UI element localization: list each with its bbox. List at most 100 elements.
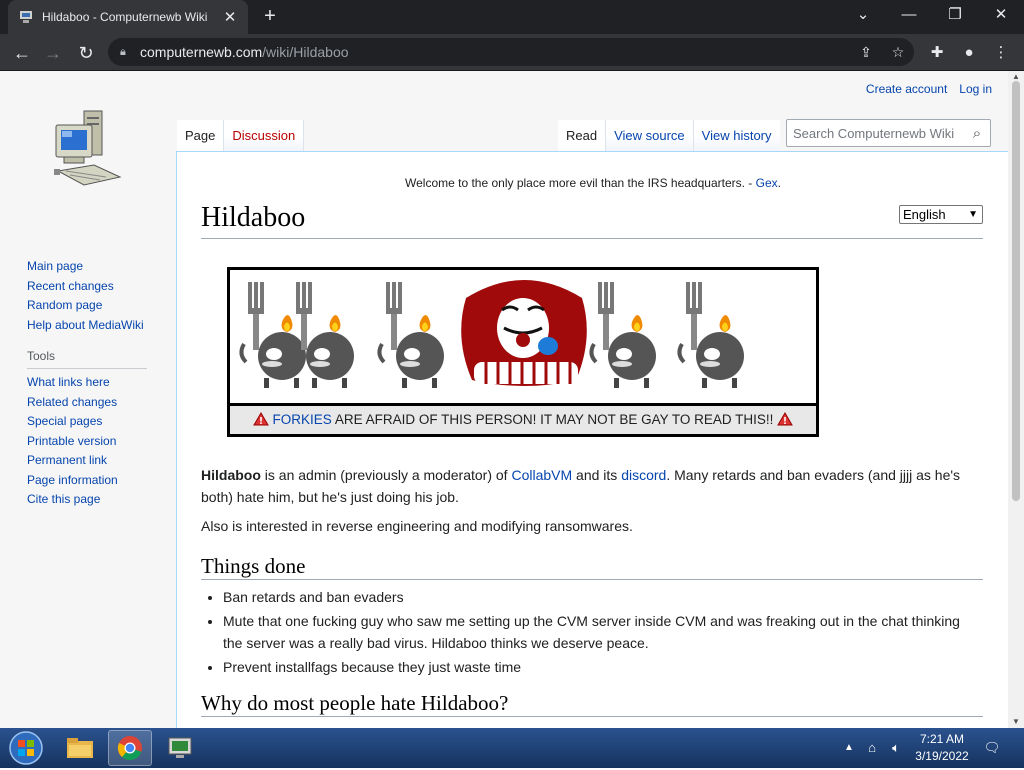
wiki-page: Create account Log in Main page Recent c… <box>0 71 1008 728</box>
show-hidden-icons-icon[interactable]: ▲ <box>842 728 856 768</box>
site-notice-end: . <box>777 176 781 190</box>
remote-desktop-taskbar-icon[interactable] <box>158 730 202 766</box>
url-host: computernewb.com <box>140 44 263 60</box>
article-body: Hildaboo is an admin (previously a moder… <box>201 464 983 717</box>
tab-view-source-label[interactable]: View source <box>614 128 685 143</box>
search-placeholder: Search Computernewb Wiki <box>793 125 955 141</box>
tab-discussion-label[interactable]: Discussion <box>232 128 295 143</box>
page-scrollbar[interactable]: ▲ ▼ <box>1008 71 1024 728</box>
forkies-link[interactable]: FORKIES <box>273 412 332 427</box>
view-tabs: Read View source View history <box>558 120 780 151</box>
tab-view-source[interactable]: View source <box>606 120 694 151</box>
tab-view-history-label[interactable]: View history <box>702 128 772 143</box>
forkies-warning-banner: FORKIES ARE AFRAID OF THIS PERSON! IT MA… <box>227 267 819 437</box>
sidebar-item-special-pages[interactable]: Special pages <box>27 412 147 432</box>
sidebar-item-permanent-link[interactable]: Permanent link <box>27 451 147 471</box>
sidebar: Main page Recent changes Random page Hel… <box>27 257 147 510</box>
back-icon[interactable]: ← <box>9 40 35 66</box>
windows-taskbar: ▲ ⌂ 🔈︎ 7:21 AM 3/19/2022 🗨︎ <box>0 728 1024 768</box>
tab-read[interactable]: Read <box>558 120 607 151</box>
browser-toolbar: ← → ↻ 🔒︎ computernewb.com/wiki/Hildaboo … <box>0 34 1024 71</box>
forkies-banner-image <box>239 280 746 390</box>
things-done-list: Ban retards and ban evaders Mute that on… <box>223 586 961 678</box>
site-notice: Welcome to the only place more evil than… <box>177 176 1008 190</box>
sidebar-item-printable-version[interactable]: Printable version <box>27 432 147 452</box>
profile-icon[interactable]: ● <box>956 40 982 66</box>
chrome-taskbar-icon[interactable] <box>108 730 152 766</box>
sidebar-item-cite-this-page[interactable]: Cite this page <box>27 490 147 510</box>
intro-text-2: and its <box>572 467 622 483</box>
language-select[interactable]: English ▼ <box>899 205 983 224</box>
intro-paragraph: Hildaboo is an admin (previously a moder… <box>201 464 961 508</box>
minimize-icon[interactable]: — <box>886 0 932 30</box>
browser-tab-strip: Hildaboo - Computernewb Wiki ✕ + ⌄ — ❐ ✕ <box>0 0 1024 34</box>
tab-view-history[interactable]: View history <box>693 120 780 151</box>
section-heading-things-done: Things done <box>201 555 983 580</box>
system-clock[interactable]: 7:21 AM 3/19/2022 <box>912 731 972 765</box>
site-favicon-icon <box>18 9 34 25</box>
intro-text-1: is an admin (previously a moderator) of <box>260 467 512 483</box>
start-button[interactable] <box>6 729 46 767</box>
browser-tab[interactable]: Hildaboo - Computernewb Wiki ✕ <box>8 0 248 34</box>
chevron-down-icon: ▼ <box>968 209 978 220</box>
personal-tools: Create account Log in <box>866 82 992 96</box>
extensions-icon[interactable]: ✚ <box>924 40 950 66</box>
namespace-tabs: Page Discussion <box>177 120 305 151</box>
bookmark-star-icon[interactable]: ☆ <box>884 38 912 66</box>
sidebar-item-page-information[interactable]: Page information <box>27 471 147 491</box>
main-content: Welcome to the only place more evil than… <box>176 151 1008 728</box>
site-notice-link[interactable]: Gex <box>756 176 778 190</box>
volume-icon[interactable]: 🔈︎ <box>886 728 906 768</box>
log-in-link[interactable]: Log in <box>959 82 992 96</box>
menu-kebab-icon[interactable]: ⋮ <box>988 40 1014 66</box>
sidebar-item-main-page[interactable]: Main page <box>27 257 147 277</box>
page-title: Hildaboo <box>201 202 983 239</box>
tab-discussion[interactable]: Discussion <box>224 120 305 151</box>
warning-icon <box>777 412 794 426</box>
clock-date: 3/19/2022 <box>915 749 969 763</box>
list-item: Mute that one fucking guy who saw me set… <box>223 610 961 654</box>
tab-close-icon[interactable]: ✕ <box>222 8 238 26</box>
warning-icon <box>252 412 269 426</box>
clock-time: 7:21 AM <box>919 732 965 746</box>
sidebar-item-what-links-here[interactable]: What links here <box>27 373 147 393</box>
banner-text: ARE AFRAID OF THIS PERSON! IT MAY NOT BE… <box>331 412 774 427</box>
sidebar-item-recent-changes[interactable]: Recent changes <box>27 277 147 297</box>
lock-icon: 🔒︎ <box>120 45 126 58</box>
list-item: Prevent installfags because they just wa… <box>223 656 961 678</box>
file-explorer-taskbar-icon[interactable] <box>58 730 102 766</box>
share-icon[interactable]: ⇪ <box>852 38 880 66</box>
sidebar-item-random-page[interactable]: Random page <box>27 296 147 316</box>
sidebar-tools-heading: Tools <box>27 349 147 369</box>
network-icon[interactable]: ⌂ <box>862 728 882 768</box>
search-input[interactable]: Search Computernewb Wiki ⌕ <box>786 119 991 147</box>
section-heading-why-hate: Why do most people hate Hildaboo? <box>201 692 983 717</box>
new-tab-icon[interactable]: + <box>258 5 282 29</box>
address-bar[interactable]: 🔒︎ computernewb.com/wiki/Hildaboo ⇪ ☆ <box>108 38 914 66</box>
restore-icon[interactable]: ❐ <box>932 0 978 30</box>
tab-search-icon[interactable]: ⌄ <box>840 0 886 30</box>
language-selected: English <box>903 207 946 222</box>
collabvm-link[interactable]: CollabVM <box>511 467 572 483</box>
tab-title: Hildaboo - Computernewb Wiki <box>42 10 208 24</box>
action-center-icon[interactable]: 🗨︎ <box>980 728 1004 768</box>
search-icon[interactable]: ⌕ <box>964 125 990 142</box>
discord-link[interactable]: discord <box>621 467 666 483</box>
url-path: /wiki/Hildaboo <box>262 44 349 60</box>
wiki-logo[interactable] <box>50 107 126 193</box>
create-account-link[interactable]: Create account <box>866 82 947 96</box>
sidebar-item-related-changes[interactable]: Related changes <box>27 393 147 413</box>
scroll-down-icon[interactable]: ▼ <box>1008 716 1024 728</box>
site-notice-text: Welcome to the only place more evil than… <box>405 176 756 190</box>
intro-bold: Hildaboo <box>201 467 261 483</box>
tab-page[interactable]: Page <box>177 120 225 151</box>
sidebar-item-help[interactable]: Help about MediaWiki <box>27 316 147 336</box>
scrollbar-thumb[interactable] <box>1012 81 1020 501</box>
reload-icon[interactable]: ↻ <box>73 40 99 66</box>
hildaboo-face <box>461 280 587 386</box>
forward-icon[interactable]: → <box>40 40 66 66</box>
window-close-icon[interactable]: ✕ <box>978 0 1024 30</box>
list-item: Ban retards and ban evaders <box>223 586 961 608</box>
intro-paragraph-2: Also is interested in reverse engineerin… <box>201 518 633 534</box>
banner-caption: FORKIES ARE AFRAID OF THIS PERSON! IT MA… <box>230 403 816 434</box>
